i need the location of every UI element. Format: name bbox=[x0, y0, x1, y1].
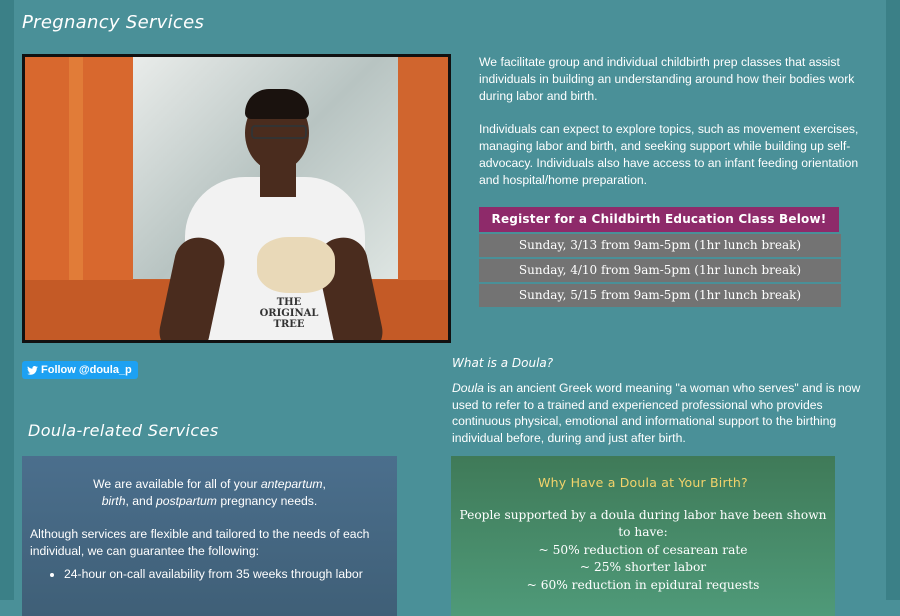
twitter-follow-button[interactable]: Follow @doula_p bbox=[22, 361, 138, 379]
services-list: 24-hour on-call availability from 35 wee… bbox=[30, 566, 389, 583]
instructor-photo: THE ORIGINAL TREE bbox=[22, 54, 451, 343]
stat-item: ~ 60% reduction in epidural requests bbox=[526, 577, 760, 592]
services-card: We are available for all of your antepar… bbox=[22, 456, 397, 616]
services-intro: We are available for all of your antepar… bbox=[93, 477, 326, 508]
page-frame-left bbox=[0, 0, 14, 600]
why-doula-lead: People supported by a doula during labor… bbox=[459, 507, 827, 540]
doula-definition: Doula is an ancient Greek word meaning "… bbox=[452, 380, 877, 446]
doula-term: Doula bbox=[452, 381, 484, 395]
stat-item: ~ 50% reduction of cesarean rate bbox=[538, 542, 748, 557]
doula-heading: What is a Doula? bbox=[452, 356, 554, 370]
intro-paragraph: Individuals can expect to explore topics… bbox=[479, 122, 859, 187]
class-registration: Register for a Childbirth Education Clas… bbox=[479, 207, 841, 307]
follow-label: Follow @doula_p bbox=[41, 364, 132, 376]
page-title: Pregnancy Services bbox=[22, 12, 205, 33]
intro-paragraph: We facilitate group and individual child… bbox=[479, 55, 855, 103]
doula-definition-text: is an ancient Greek word meaning "a woma… bbox=[452, 381, 861, 445]
session-button[interactable]: Sunday, 5/15 from 9am-5pm (1hr lunch bre… bbox=[479, 284, 841, 307]
shirt-print: THE ORIGINAL TREE bbox=[259, 297, 319, 330]
pelvis-model bbox=[257, 237, 335, 293]
list-item: 24-hour on-call availability from 35 wee… bbox=[64, 566, 389, 583]
session-button[interactable]: Sunday, 3/13 from 9am-5pm (1hr lunch bre… bbox=[479, 234, 841, 257]
why-doula-card: Why Have a Doula at Your Birth? People s… bbox=[451, 456, 835, 616]
twitter-bird-icon bbox=[27, 365, 38, 375]
intro-text: We facilitate group and individual child… bbox=[479, 54, 879, 205]
services-title: Doula-related Services bbox=[28, 421, 219, 440]
session-button[interactable]: Sunday, 4/10 from 9am-5pm (1hr lunch bre… bbox=[479, 259, 841, 282]
services-guarantee: Although services are flexible and tailo… bbox=[30, 527, 370, 558]
stat-item: ~ 25% shorter labor bbox=[579, 560, 707, 574]
page-frame-right bbox=[886, 0, 900, 600]
why-doula-title: Why Have a Doula at Your Birth? bbox=[538, 475, 748, 490]
register-header[interactable]: Register for a Childbirth Education Clas… bbox=[479, 207, 839, 232]
